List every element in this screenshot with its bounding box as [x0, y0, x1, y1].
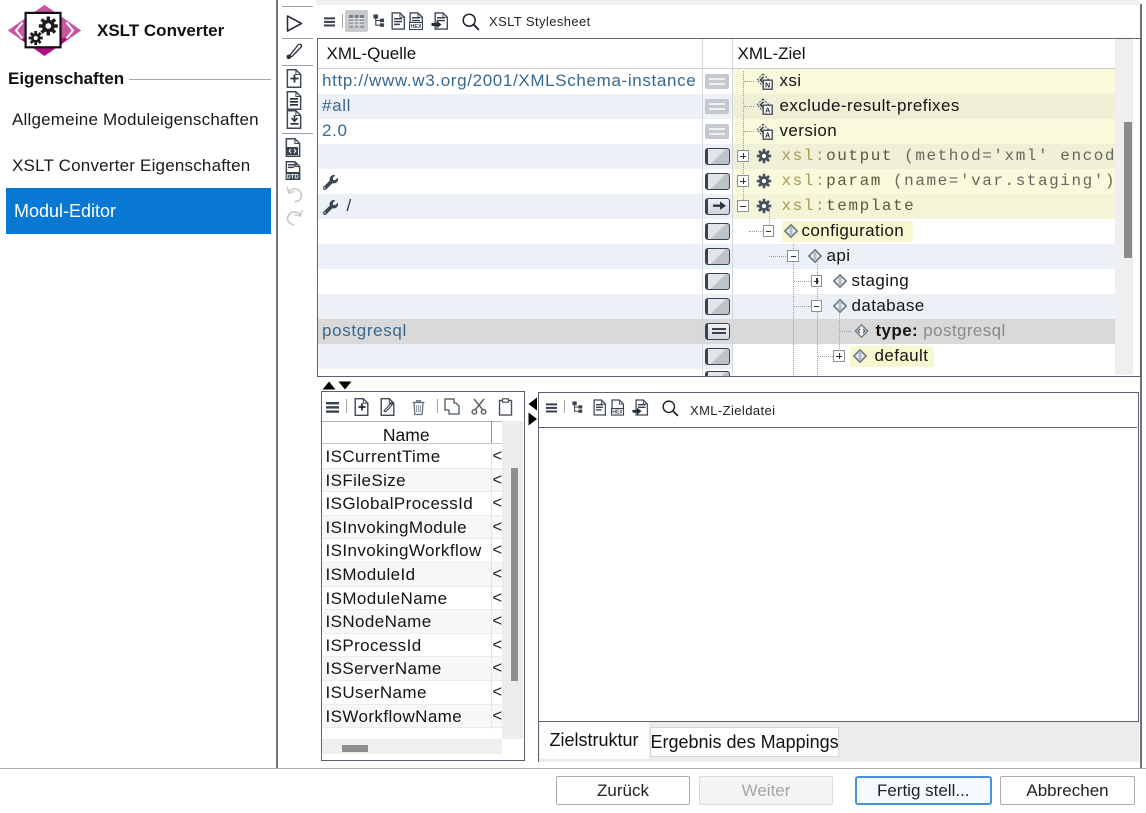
svg-text:HEX: HEX — [612, 410, 623, 416]
svg-text:DTD: DTD — [286, 174, 299, 180]
svg-text:HEX: HEX — [410, 24, 421, 30]
